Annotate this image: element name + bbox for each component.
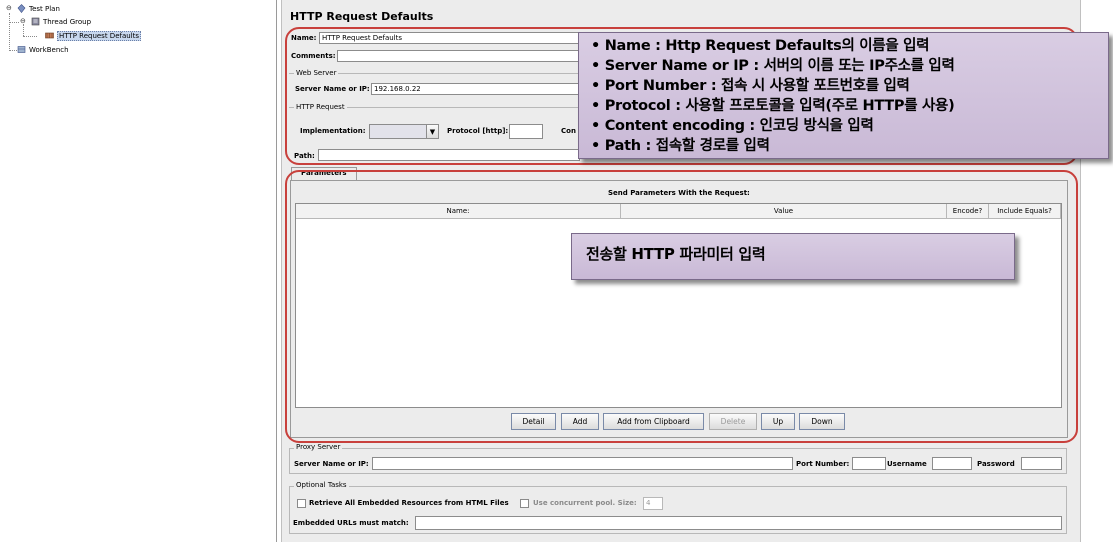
callout-text: 전송할 HTTP 파라미터 입력 xyxy=(586,245,766,263)
test-plan-tree: ⊖ ⊖ Test Plan Thread Group HTTP Request … xyxy=(0,0,277,542)
optional-tasks-title: Optional Tasks xyxy=(294,481,349,489)
callout-line: • Content encoding : 인코딩 방식을 입력 xyxy=(591,118,874,134)
callout-line: • Protocol : 사용할 프로토콜을 입력(주로 HTTP를 사용) xyxy=(591,98,955,114)
tree-connector xyxy=(23,36,37,37)
callout-line: • Name : Http Request Defaults의 이름을 입력 xyxy=(591,38,930,54)
proxy-port-input[interactable] xyxy=(852,457,886,470)
collapse-icon[interactable]: ⊖ xyxy=(20,18,27,25)
test-plan-icon xyxy=(17,4,26,13)
proxy-server-name-input[interactable] xyxy=(372,457,793,470)
proxy-username-input[interactable] xyxy=(932,457,972,470)
tree-item-workbench[interactable]: WorkBench xyxy=(17,44,69,55)
embedded-urls-input[interactable] xyxy=(415,516,1062,530)
settings-description-callout: • Name : Http Request Defaults의 이름을 입력 •… xyxy=(578,32,1109,159)
callout-line: • Server Name or IP : 서버의 이름 또는 IP주소를 입력 xyxy=(591,58,955,74)
retrieve-resources-label: Retrieve All Embedded Resources from HTM… xyxy=(309,499,509,507)
concurrent-pool-label: Use concurrent pool. Size: xyxy=(533,499,637,507)
callout-line: • Port Number : 접속 시 사용할 포트번호를 입력 xyxy=(591,78,910,94)
config-element-icon xyxy=(45,31,54,40)
embedded-urls-label: Embedded URLs must match: xyxy=(293,519,409,527)
proxy-server-name-label: Server Name or IP: xyxy=(294,460,369,468)
proxy-username-label: Username xyxy=(887,460,927,468)
proxy-server-title: Proxy Server xyxy=(294,443,343,451)
parameters-highlight-box xyxy=(285,170,1078,443)
proxy-password-label: Password xyxy=(977,460,1015,468)
proxy-port-label: Port Number: xyxy=(796,460,850,468)
thread-group-icon xyxy=(31,17,40,26)
tree-connector xyxy=(9,22,19,23)
tree-item-http-request-defaults[interactable]: HTTP Request Defaults xyxy=(45,30,142,41)
tree-item-label: Test Plan xyxy=(29,4,60,13)
collapse-icon[interactable]: ⊖ xyxy=(6,5,13,12)
callout-line: • Path : 접속할 경로를 입력 xyxy=(591,138,770,154)
tree-connector xyxy=(9,13,10,51)
concurrent-pool-checkbox[interactable] xyxy=(520,499,529,508)
tree-item-label: HTTP Request Defaults xyxy=(57,30,142,41)
pool-size-input[interactable]: 4 xyxy=(643,497,663,510)
workbench-icon xyxy=(17,45,26,54)
tree-item-test-plan[interactable]: Test Plan xyxy=(17,3,60,14)
tree-item-thread-group[interactable]: Thread Group xyxy=(31,16,91,27)
tree-connector xyxy=(23,24,24,36)
proxy-password-input[interactable] xyxy=(1021,457,1062,470)
page-title: HTTP Request Defaults xyxy=(290,10,434,23)
parameters-description-callout: 전송할 HTTP 파라미터 입력 xyxy=(571,233,1015,280)
tree-item-label: WorkBench xyxy=(29,45,69,54)
retrieve-resources-checkbox[interactable] xyxy=(297,499,306,508)
tree-item-label: Thread Group xyxy=(43,17,92,26)
